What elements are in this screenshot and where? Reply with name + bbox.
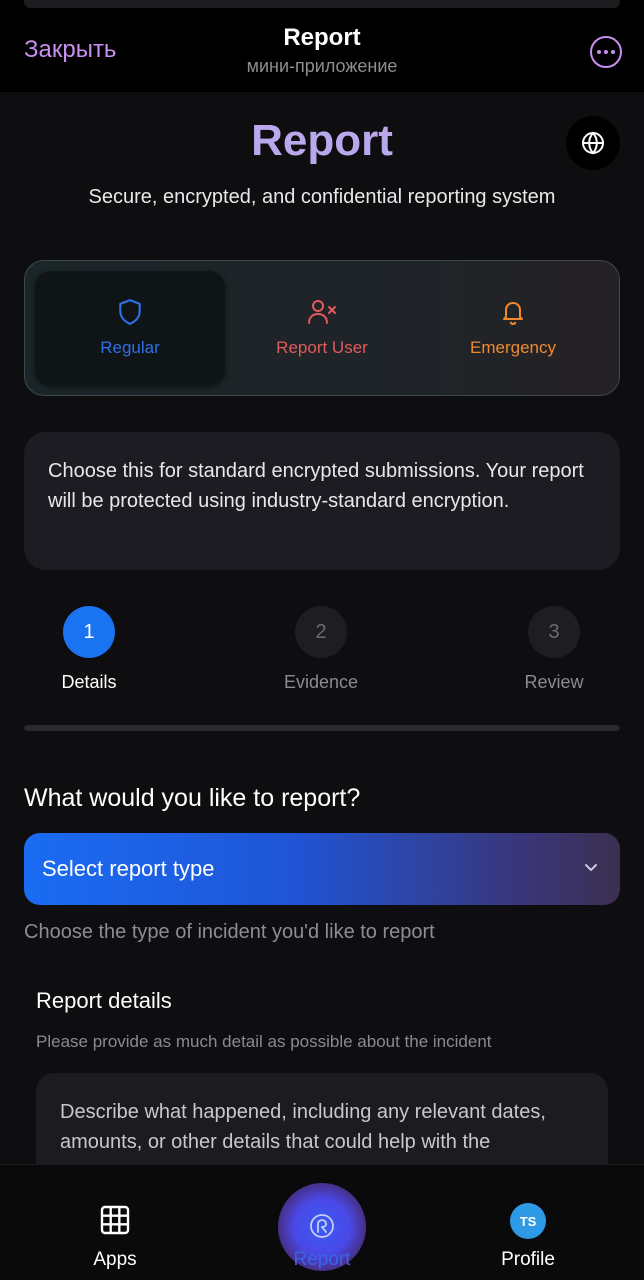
bottom-tab-bar: Apps Report TS Profile bbox=[0, 1164, 644, 1280]
user-x-icon bbox=[308, 300, 336, 324]
step-number: 3 bbox=[528, 606, 580, 658]
page-title: Report bbox=[251, 116, 393, 165]
grid-icon bbox=[100, 1205, 130, 1235]
tab-report[interactable]: Report bbox=[242, 1165, 402, 1280]
mode-description: Choose this for standard encrypted submi… bbox=[24, 432, 620, 570]
header-title-block: Report мини-приложение bbox=[0, 24, 644, 77]
report-details-title: Report details bbox=[36, 988, 172, 1013]
report-type-select[interactable]: Select report type bbox=[24, 833, 620, 905]
step-label: Evidence bbox=[283, 672, 359, 692]
step-progress-bar bbox=[24, 725, 620, 731]
language-button[interactable] bbox=[566, 116, 620, 170]
report-details-subtitle: Please provide as much detail as possibl… bbox=[36, 1032, 492, 1051]
report-type-select-value: Select report type bbox=[42, 856, 215, 881]
step-review[interactable]: 3 Review bbox=[494, 606, 614, 693]
tab-report-label: Report bbox=[293, 1249, 351, 1270]
step-label: Review bbox=[524, 672, 584, 692]
tab-profile[interactable]: TS Profile bbox=[448, 1165, 608, 1280]
globe-icon bbox=[582, 131, 604, 155]
shield-icon bbox=[119, 299, 141, 325]
report-details-textarea[interactable]: Describe what happened, including any re… bbox=[36, 1073, 608, 1164]
report-type-helper: Choose the type of incident you'd like t… bbox=[24, 921, 435, 943]
drag-handle[interactable] bbox=[24, 0, 620, 8]
header-title: Report bbox=[283, 24, 361, 51]
step-label: Details bbox=[61, 672, 117, 692]
tab-apps[interactable]: Apps bbox=[35, 1165, 195, 1280]
chevron-down-icon bbox=[585, 864, 597, 871]
mode-report-user-tab[interactable]: Report User bbox=[227, 271, 417, 385]
mode-report-user-label: Report User bbox=[276, 338, 368, 357]
page-subtitle: Secure, encrypted, and confidential repo… bbox=[88, 186, 556, 208]
mode-emergency-label: Emergency bbox=[470, 338, 556, 357]
tab-profile-label: Profile bbox=[501, 1249, 555, 1270]
stepper: 1 Details 2 Evidence 3 Review bbox=[0, 606, 644, 716]
avatar: TS bbox=[510, 1203, 546, 1239]
step-details[interactable]: 1 Details bbox=[29, 606, 149, 693]
mode-emergency-tab[interactable]: Emergency bbox=[418, 271, 608, 385]
more-options-icon[interactable] bbox=[590, 36, 622, 68]
mode-regular-label: Regular bbox=[100, 338, 160, 357]
report-page: Report Secure, encrypted, and confidenti… bbox=[0, 92, 644, 1164]
report-fingerprint-icon bbox=[310, 1214, 334, 1238]
step-number: 2 bbox=[295, 606, 347, 658]
mode-regular-tab[interactable]: Regular bbox=[35, 271, 225, 385]
header-subtitle: мини-приложение bbox=[246, 56, 398, 76]
step-evidence[interactable]: 2 Evidence bbox=[261, 606, 381, 693]
bell-icon bbox=[503, 302, 523, 325]
mini-app-header: Закрыть Report мини-приложение bbox=[0, 0, 644, 92]
step-number: 1 bbox=[63, 606, 115, 658]
report-mode-selector: Regular Report User Emergency bbox=[24, 260, 620, 396]
tab-apps-label: Apps bbox=[93, 1249, 137, 1270]
report-type-question: What would you like to report? bbox=[24, 784, 361, 812]
